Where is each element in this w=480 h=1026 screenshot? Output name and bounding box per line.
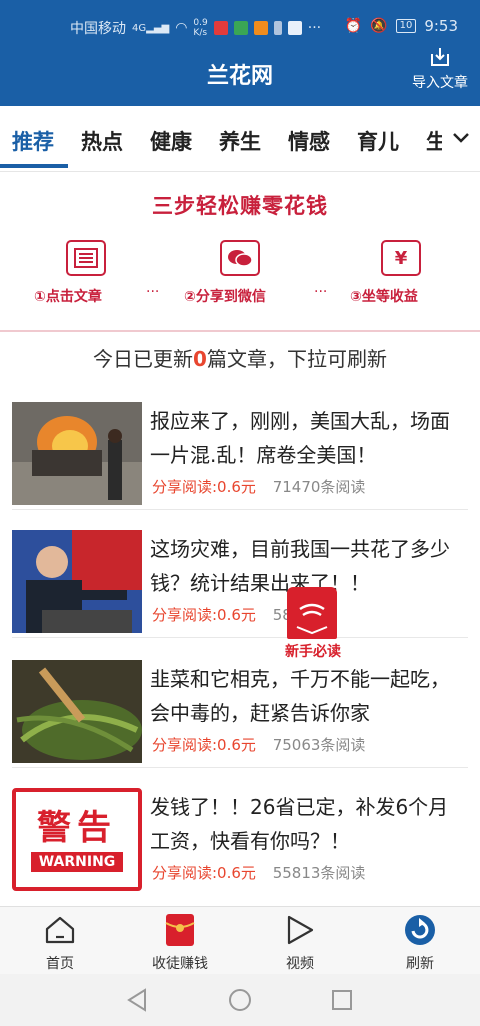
- carrier-label: 中国移动: [70, 21, 126, 37]
- step-1-label: ①点击文章: [34, 289, 102, 305]
- net-speed-value: 0.9: [193, 18, 208, 28]
- tab-recommend[interactable]: 推荐: [12, 126, 54, 156]
- category-tabs: 推荐 热点 健康 养生 情感 育儿 生: [0, 106, 480, 172]
- refresh-icon: [405, 915, 435, 945]
- news-thumbnail: [12, 402, 142, 505]
- tab-refresh-label: 刷新: [406, 956, 434, 972]
- import-label: 导入文章: [412, 75, 468, 91]
- news-item[interactable]: 这场灾难，目前我国一共花了多少钱？统计结果出来了！！ 分享阅读:0.6元 58条…: [12, 520, 468, 638]
- news-title: 韭菜和它相克，千万不能一起吃，会中毒的，赶紧告诉你家: [150, 667, 450, 725]
- news-title: 发钱了！！26省已定，补发6个月工资，快看有你吗？！: [150, 795, 449, 853]
- read-count: 55813条阅读: [272, 864, 366, 882]
- tab-recruit[interactable]: 收徒赚钱: [130, 913, 230, 973]
- alarm-icon: ⏰: [344, 18, 363, 34]
- recents-icon[interactable]: [331, 989, 353, 1011]
- tab-video[interactable]: 视频: [250, 913, 350, 973]
- news-meta: 分享阅读:0.6元 71470条阅读: [152, 476, 365, 497]
- refresh-tip-prefix: 今日已更新: [93, 347, 194, 371]
- app-header: 兰花网 导入文章: [0, 48, 480, 106]
- app-notify-icon: [253, 21, 268, 35]
- refresh-tip-suffix: 篇文章，下拉可刷新: [206, 347, 387, 371]
- refresh-tip: 今日已更新0篇文章，下拉可刷新: [0, 343, 480, 372]
- news-thumbnail: 警告 WARNING: [12, 788, 142, 891]
- step-3-label: ③坐等收益: [350, 289, 418, 305]
- yuan-icon: ¥: [381, 240, 421, 276]
- clock: 9:53: [424, 17, 458, 35]
- tab-wellness[interactable]: 养生: [219, 126, 261, 156]
- mute-icon: 🔕: [370, 18, 388, 34]
- tab-parenting[interactable]: 育儿: [357, 126, 399, 156]
- app-title: 兰花网: [206, 64, 273, 89]
- warning-thumb-subtext: WARNING: [30, 851, 124, 872]
- wifi-icon: ◠: [175, 20, 188, 36]
- network-label: 4G: [132, 22, 147, 34]
- book-icon: [287, 587, 337, 639]
- news-title: 报应来了，刚刚，美国大乱，场面一片混.乱！席卷全美国！: [150, 409, 450, 467]
- red-envelope-icon: [165, 914, 195, 946]
- signal-icon: 4G▂▄▆: [132, 22, 170, 34]
- news-meta: 分享阅读:0.6元 55813条阅读: [152, 862, 365, 883]
- news-item[interactable]: 韭菜和它相克，千万不能一起吃，会中毒的，赶紧告诉你家 分享阅读:0.6元 750…: [12, 650, 468, 768]
- app-notify-icon: [273, 21, 282, 35]
- system-nav-bar: [0, 974, 480, 1026]
- news-thumbnail: [12, 530, 142, 633]
- tab-recruit-label: 收徒赚钱: [152, 956, 208, 972]
- status-bar: 中国移动 4G▂▄▆ ◠ 0.9 K/s ··· ⏰ 🔕 10 9:53: [0, 0, 480, 52]
- update-count: 0: [193, 347, 207, 371]
- article-icon: [66, 240, 106, 276]
- tab-home-label: 首页: [46, 956, 74, 972]
- promo-title: 三步轻松赚零花钱: [152, 194, 328, 218]
- step-separator: ···: [314, 284, 328, 300]
- tab-refresh[interactable]: 刷新: [370, 913, 470, 973]
- net-speed-unit: K/s: [193, 28, 208, 38]
- app-notify-icon: [213, 21, 228, 35]
- news-meta: 分享阅读:0.6元 75063条阅读: [152, 734, 365, 755]
- tab-emotion[interactable]: 情感: [288, 126, 330, 156]
- bottom-tab-bar: 首页 收徒赚钱 视频 刷新: [0, 906, 480, 974]
- news-thumbnail: [12, 660, 142, 763]
- newbie-guide-label: 新手必读: [285, 644, 341, 660]
- app-notify-icon: [233, 21, 248, 35]
- step-2-label: ②分享到微信: [184, 289, 266, 305]
- share-earn-label: 分享阅读:0.6元: [152, 606, 256, 624]
- news-item[interactable]: 报应来了，刚刚，美国大乱，场面一片混.乱！席卷全美国！ 分享阅读:0.6元 71…: [12, 392, 468, 510]
- play-icon: [287, 915, 314, 945]
- active-tab-indicator: [0, 164, 68, 168]
- tab-hot[interactable]: 热点: [81, 126, 123, 156]
- home-nav-icon[interactable]: [228, 988, 252, 1012]
- import-icon: [431, 48, 449, 66]
- share-earn-label: 分享阅读:0.6元: [152, 864, 256, 882]
- tab-home[interactable]: 首页: [10, 913, 110, 973]
- app-notify-icon: [287, 21, 302, 35]
- news-item[interactable]: 警告 WARNING 发钱了！！26省已定，补发6个月工资，快看有你吗？！ 分享…: [12, 778, 468, 896]
- net-speed: 0.9 K/s: [193, 18, 207, 38]
- back-icon[interactable]: [126, 988, 148, 1012]
- step-separator: ···: [146, 284, 160, 300]
- home-icon: [45, 916, 75, 944]
- tab-health[interactable]: 健康: [150, 126, 192, 156]
- chevron-down-icon: [453, 133, 469, 143]
- read-count: 75063条阅读: [272, 736, 366, 754]
- battery-icon: 10: [395, 19, 417, 33]
- import-article-button[interactable]: 导入文章: [412, 46, 468, 92]
- read-count: 71470条阅读: [272, 478, 366, 496]
- warning-thumb-text: 警告: [37, 807, 117, 848]
- wechat-icon: [220, 240, 260, 276]
- promo-banner[interactable]: 三步轻松赚零花钱 ¥ ①点击文章 ··· ②分享到微信 ··· ③坐等收益: [0, 172, 480, 332]
- tab-video-label: 视频: [286, 956, 314, 972]
- share-earn-label: 分享阅读:0.6元: [152, 736, 256, 754]
- more-notify-icon: ···: [307, 20, 322, 36]
- newbie-guide-button[interactable]: 新手必读: [277, 585, 349, 663]
- tab-more-button[interactable]: [442, 106, 480, 170]
- share-earn-label: 分享阅读:0.6元: [152, 478, 256, 496]
